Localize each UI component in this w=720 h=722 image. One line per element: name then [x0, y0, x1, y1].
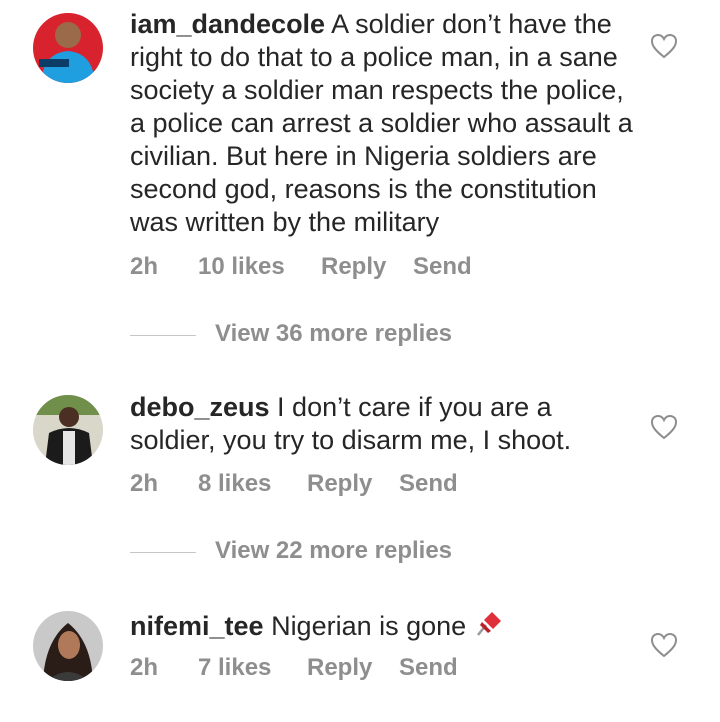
comment-username[interactable]: nifemi_tee [130, 611, 264, 641]
view-more-replies-label[interactable]: View 36 more replies [215, 320, 452, 348]
comment-text: debo_zeus I don’t care if you are a sold… [130, 391, 635, 457]
like-heart-icon[interactable] [650, 632, 678, 658]
view-more-replies-button[interactable]: View 36 more replies [130, 320, 550, 350]
view-more-replies-label[interactable]: View 22 more replies [215, 537, 452, 565]
reply-button[interactable]: Reply [307, 654, 372, 682]
comment-text: iam_dandecole A soldier don’t have the r… [130, 8, 635, 239]
send-button[interactable]: Send [413, 253, 472, 281]
send-button[interactable]: Send [399, 654, 458, 682]
divider-line [130, 335, 196, 336]
avatar[interactable] [33, 13, 103, 83]
divider-line [130, 552, 196, 553]
likes-count-link[interactable]: 10 likes [198, 253, 285, 281]
likes-count-link[interactable]: 8 likes [198, 470, 271, 498]
comment-time: 2h [130, 470, 159, 497]
reply-button[interactable]: Reply [321, 253, 386, 281]
view-more-replies-button[interactable]: View 22 more replies [130, 537, 550, 567]
comment-time: 2h [130, 654, 159, 681]
reply-button[interactable]: Reply [307, 470, 372, 498]
comment-body: Nigerian is gone [263, 611, 474, 641]
like-heart-icon[interactable] [650, 33, 678, 59]
comment-time: 2h [130, 253, 159, 280]
avatar[interactable] [33, 611, 103, 681]
comment-body: A soldier don’t have the right to do tha… [130, 9, 633, 237]
like-heart-icon[interactable] [650, 414, 678, 440]
comment-username[interactable]: debo_zeus [130, 392, 270, 422]
comment-username[interactable]: iam_dandecole [130, 9, 325, 39]
send-button[interactable]: Send [399, 470, 458, 498]
likes-count-link[interactable]: 7 likes [198, 654, 271, 682]
pushpin-icon [474, 609, 504, 645]
avatar[interactable] [33, 395, 103, 465]
comment-text: nifemi_tee Nigerian is gone [130, 609, 635, 645]
